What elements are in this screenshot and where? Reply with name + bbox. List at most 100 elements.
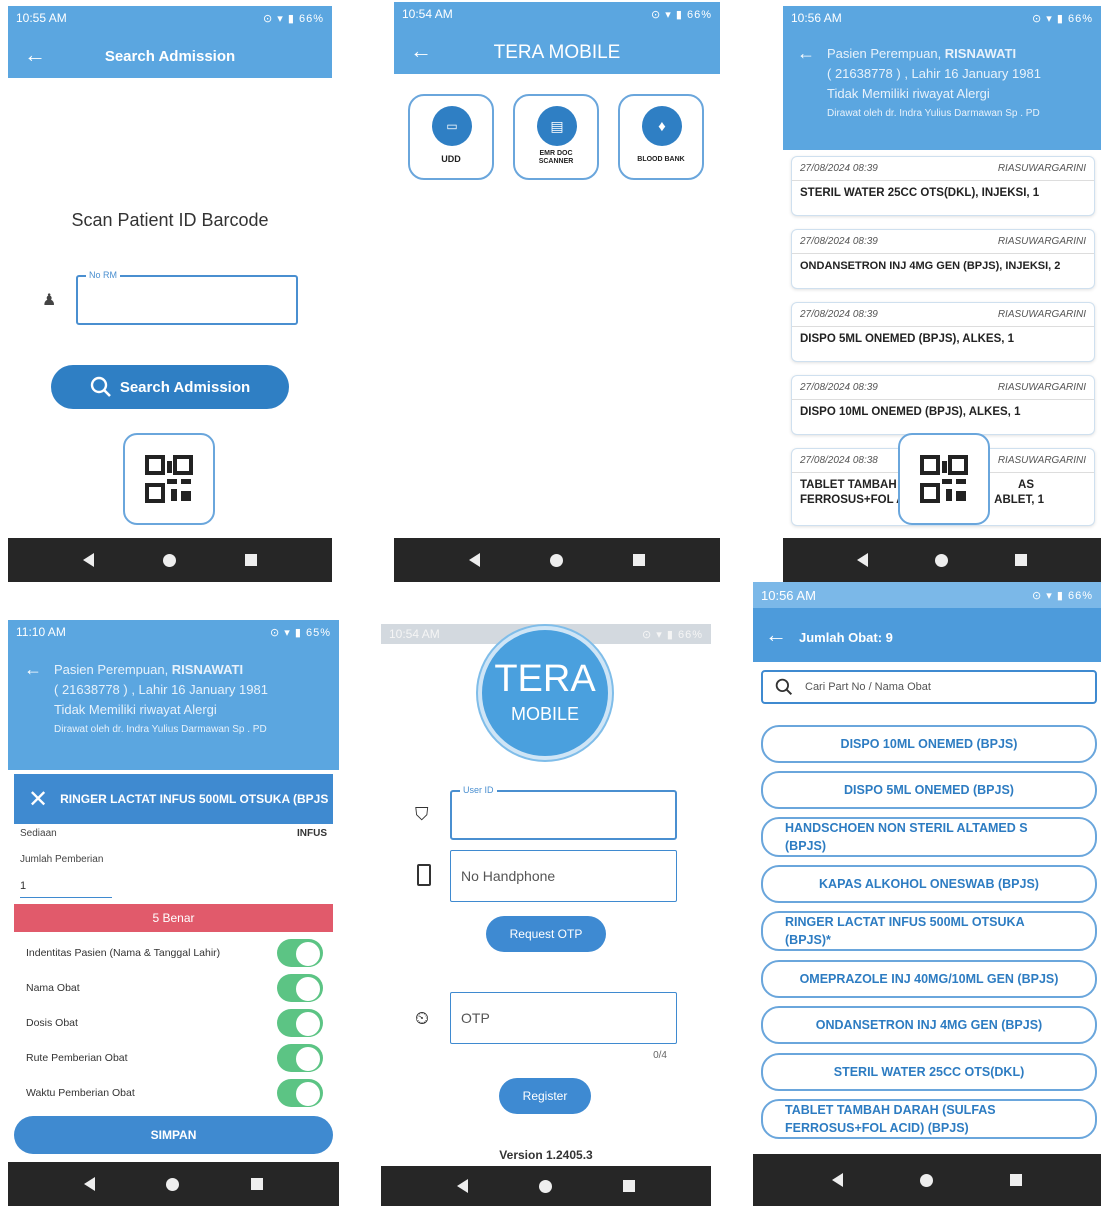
phone-field[interactable]: No Handphone [450,850,677,902]
back-arrow-icon[interactable]: ← [24,660,42,678]
patient-line-3: Tidak Memiliki riwayat Alergi [827,86,990,101]
menu-tile-blood-bank[interactable]: ♦ BLOOD BANK [618,94,704,180]
drug-item[interactable]: KAPAS ALKOHOL ONESWAB (BPJS) [761,865,1097,903]
check-row: Nama Obat [20,971,333,1005]
card-nurse: RIASUWARGARINI [997,455,1086,466]
no-rm-field[interactable]: No RM [76,270,298,325]
check-toggle[interactable] [277,1079,323,1107]
drug-item[interactable]: STERIL WATER 25CC OTS(DKL) [761,1053,1097,1091]
check-toggle[interactable] [277,939,323,967]
nav-home-icon[interactable] [919,1173,933,1187]
qr-scan-button[interactable] [123,433,215,525]
logo-bottom: MOBILE [510,704,580,724]
check-row: Dosis Obat [20,1006,333,1040]
history-card[interactable]: 27/08/2024 08:39 RIASUWARGARINI STERIL WA… [791,156,1095,216]
nav-back-icon[interactable] [456,1179,468,1193]
nav-back-icon[interactable] [856,553,868,567]
menu-tile-emr-doc-scanner[interactable]: ▤ EMR DOC SCANNER [513,94,599,180]
nav-recent-icon[interactable] [1010,1174,1023,1186]
battery-level: 66% [298,12,324,25]
drug-item[interactable]: OMEPRAZOLE INJ 40MG/10ML GEN (BPJS) [761,960,1097,998]
page-title: Search Admission [104,48,236,65]
menu-tile-udd[interactable]: ▭ UDD [408,94,494,180]
no-rm-label: No RM [86,270,121,280]
close-icon[interactable]: ✕ [28,785,48,814]
status-bar: 10:54 AM ⊙ ▾ ▮ 66% [394,2,720,26]
drug-item[interactable]: TABLET TAMBAH DARAH (SULFAS FERROSUS+FOL… [761,1099,1097,1139]
qr-code-icon [145,455,193,503]
nav-recent-icon[interactable] [623,1180,636,1192]
search-bar[interactable]: Cari Part No / Nama Obat [761,670,1097,704]
jumlah-label: Jumlah Pemberian [20,854,104,865]
card-drug-part: FERROSUS+FOL A [800,494,905,506]
otp-field[interactable]: OTP [450,992,677,1044]
nav-back-icon[interactable] [831,1173,843,1187]
drug-item[interactable]: DISPO 5ML ONEMED (BPJS) [761,771,1097,809]
search-admission-label: Search Admission [119,378,251,396]
user-id-field[interactable]: User ID [450,785,677,840]
nav-back-icon[interactable] [83,1177,95,1191]
scan-title: Scan Patient ID Barcode [71,210,269,230]
back-arrow-icon[interactable]: ← [765,624,787,646]
nav-recent-icon[interactable] [251,1178,264,1190]
card-datetime: 27/08/2024 08:38 [800,455,878,466]
nav-home-icon[interactable] [538,1179,552,1193]
page-title: Jumlah Obat: 9 [799,630,893,645]
request-otp-button[interactable]: Request OTP [486,916,606,952]
nav-home-icon[interactable] [550,553,563,567]
phone-placeholder: No Handphone [461,868,556,884]
nav-back-icon[interactable] [82,553,94,567]
card-nurse: RIASUWARGARINI [997,163,1086,174]
screen-search-admission: 10:55 AM ⊙ ▾ ▮ 66% ← Search Admission Sc… [8,6,332,582]
status-bar: 10:56 AM ⊙ ▾ ▮ 66% [753,582,1101,608]
history-card[interactable]: 27/08/2024 08:39 RIASUWARGARINI DISPO 5ML… [791,302,1095,362]
nav-recent-icon[interactable] [245,554,258,566]
drug-item[interactable]: RINGER LACTAT INFUS 500ML OTSUKA (BPJS)* [761,911,1097,951]
check-toggle[interactable] [277,1009,323,1037]
history-card[interactable]: 27/08/2024 08:39 RIASUWARGARINI ONDANSETR… [791,229,1095,289]
check-toggle[interactable] [277,1044,323,1072]
patient-line-1: Pasien Perempuan, RISNAWATI [54,660,333,680]
search-admission-button[interactable]: Search Admission [51,365,289,409]
drug-item[interactable]: ONDANSETRON INJ 4MG GEN (BPJS) [761,1006,1097,1044]
otp-placeholder: OTP [461,1010,490,1026]
card-drug-part: AS [1018,479,1034,491]
dialog: ✕ RINGER LACTAT INFUS 500ML OTSUKA (BPJS… [14,770,333,1162]
nav-recent-icon[interactable] [633,554,645,566]
otp-counter: 0/4 [653,1050,667,1061]
status-icons: ⊙ ▾ ▮ 66% [642,628,703,641]
nav-back-icon[interactable] [469,553,480,567]
screen-login: 10:54 AM ⊙ ▾ ▮ 66% TERA MOBILE ⛉ User ID… [381,624,711,1206]
phone-icon [417,864,431,886]
drug-item[interactable]: HANDSCHOEN NON STERIL ALTAMED S (BPJS) [761,817,1097,857]
status-icons: ⊙ ▾ ▮ 66% [1032,12,1093,25]
register-button[interactable]: Register [499,1078,591,1114]
status-icons: ⊙ ▾ ▮ 66% [263,12,324,25]
patient-line-1: Pasien Perempuan, RISNAWATI [827,44,1095,64]
patient-info: Pasien Perempuan, RISNAWATI ( 21638778 )… [54,660,333,740]
check-label: Rute Pemberian Obat [26,1052,128,1064]
version-text: Version 1.2405.3 [499,1148,593,1162]
qr-scan-button[interactable] [898,433,990,525]
check-toggle[interactable] [277,974,323,1002]
nav-home-icon[interactable] [934,553,948,567]
check-label: Dosis Obat [26,1017,78,1029]
dialog-title: RINGER LACTAT INFUS 500ML OTSUKA (BPJS [60,792,329,806]
nav-home-icon[interactable] [166,1177,180,1191]
back-arrow-icon[interactable]: ← [797,44,815,62]
nav-recent-icon[interactable] [1015,554,1028,566]
patient-line-3: Tidak Memiliki riwayat Alergi [54,702,217,717]
card-drug: DISPO 5ML ONEMED (BPJS), ALKES, 1 [800,333,1015,345]
drug-item[interactable]: DISPO 10ML ONEMED (BPJS) [761,725,1097,763]
nav-home-icon[interactable] [162,553,176,567]
android-nav-bar [8,538,332,582]
save-button[interactable]: SIMPAN [14,1116,333,1154]
history-card[interactable]: 27/08/2024 08:39 RIASUWARGARINI DISPO 10M… [791,375,1095,435]
card-datetime: 27/08/2024 08:39 [800,163,878,174]
tile-label: EMR DOC SCANNER [538,150,574,165]
check-row: Rute Pemberian Obat [20,1041,333,1075]
sediaan-label: Sediaan [20,828,57,839]
status-icons: ⊙ ▾ ▮ 65% [270,626,331,639]
jumlah-input[interactable]: 1 [20,880,112,898]
patient-doctor: Dirawat oleh dr. Indra Yulius Darmawan S… [54,724,267,735]
